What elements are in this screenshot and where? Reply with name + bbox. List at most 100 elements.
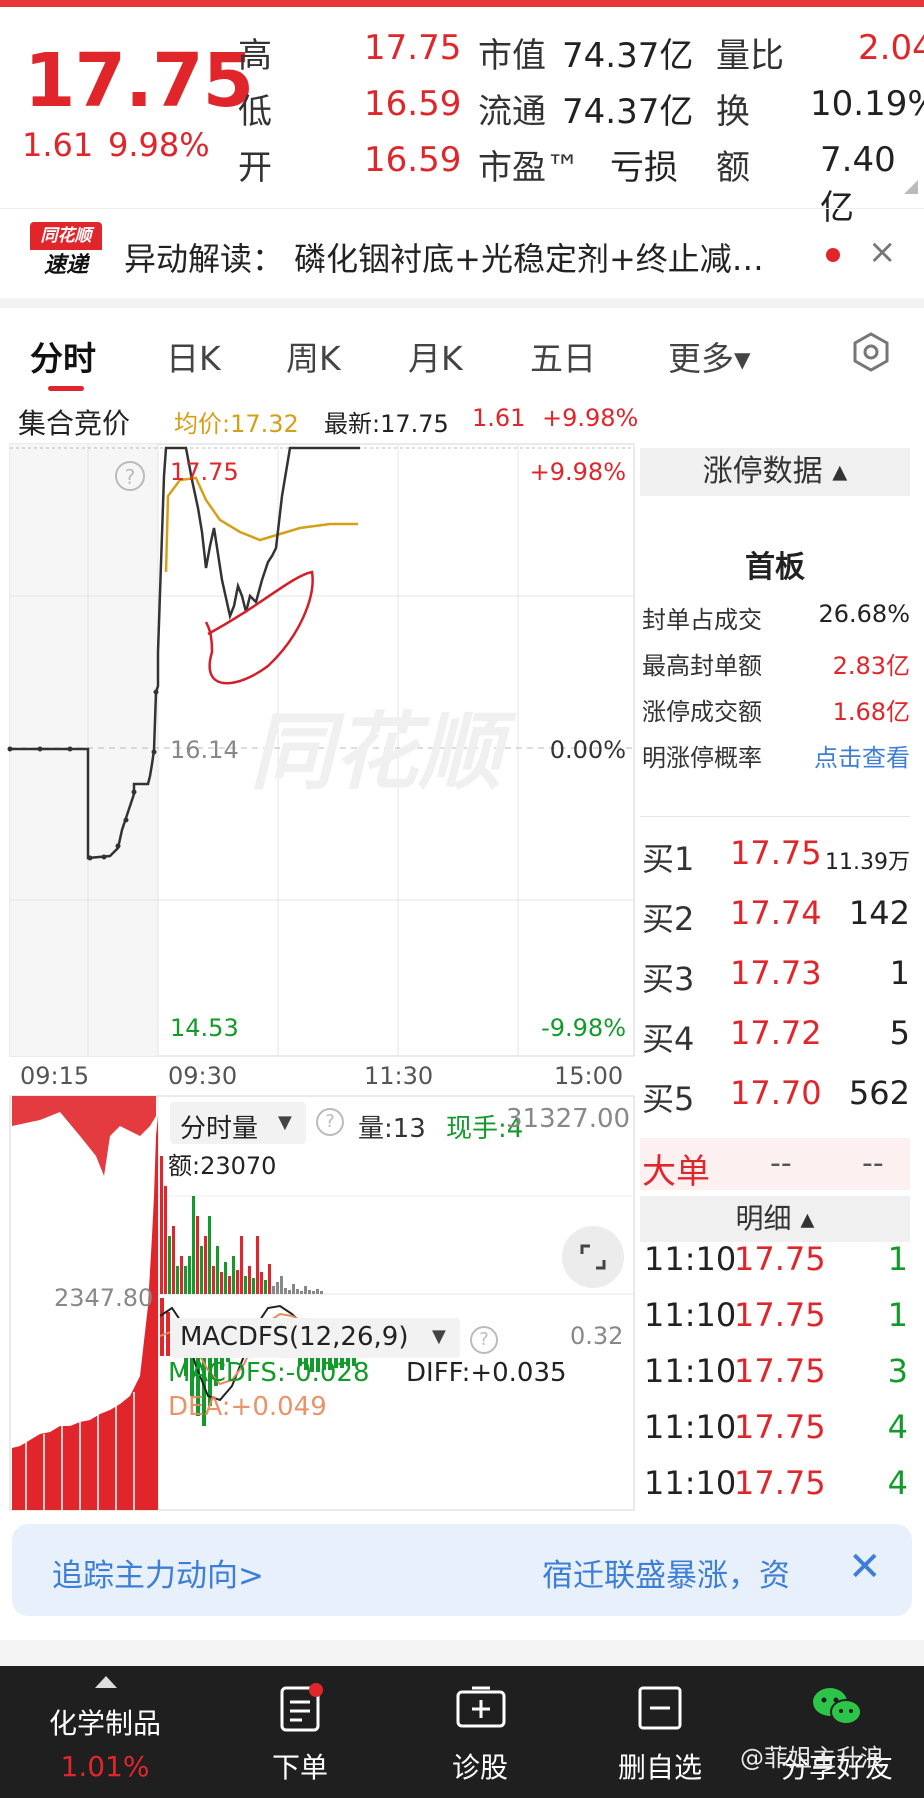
news-logo-bottom: 速递 [43, 253, 88, 278]
float-cap-value: 74.37亿 [562, 92, 694, 132]
expand-corner-icon[interactable] [904, 180, 918, 194]
bottom-price-label: 14.53 [170, 1014, 239, 1042]
pe-value: 亏损 [610, 148, 678, 188]
tab-more[interactable]: 更多▾ [668, 332, 751, 380]
help-icon-glyph: ? [125, 465, 136, 489]
bid-5-price: 17.70 [730, 1074, 822, 1112]
detail-volume: 1 [887, 1296, 908, 1334]
max-seal-label: 最高封单额 [642, 652, 762, 680]
volume-value: 量:13 [358, 1114, 426, 1144]
diff-value: DIFF:+0.035 [406, 1358, 567, 1388]
detail-price: 17.75 [734, 1464, 826, 1502]
latest-price-label: 最新:17.75 [324, 410, 449, 438]
detail-volume: 4 [887, 1408, 908, 1446]
place-order-button[interactable]: 下单 [210, 1666, 390, 1798]
next-limit-prob-link[interactable]: 点击查看 [780, 738, 910, 773]
bid-5-volume: 562 [848, 1074, 910, 1112]
tab-active-indicator [48, 386, 84, 391]
remove-watchlist-label: 删自选 [617, 1751, 702, 1784]
bid-5-label: 买5 [642, 1080, 695, 1118]
avg-price-label: 均价:17.32 [174, 410, 299, 438]
open-label: 开 [238, 148, 272, 188]
news-logo: 同花顺 速递 [30, 222, 102, 282]
sector-change: 1.01% [60, 1750, 150, 1783]
detail-volume: 1 [887, 1240, 908, 1278]
tab-daily-k[interactable]: 日K [166, 332, 221, 380]
sector-button[interactable]: 化学制品 1.01% [0, 1666, 210, 1798]
macd-indicator-selector[interactable]: MACDFS(12,26,9) ▼ [170, 1318, 460, 1358]
top-pct-label: +9.98% [530, 458, 626, 486]
bid-4-label: 买4 [642, 1020, 695, 1058]
wechat-icon [813, 1688, 862, 1725]
macd-help-icon[interactable]: ? [470, 1326, 498, 1354]
latest-change-pct: +9.98% [542, 404, 639, 432]
latest-change: 1.61 [472, 404, 526, 432]
place-order-label: 下单 [271, 1751, 328, 1784]
tab-weekly-k[interactable]: 周K [286, 332, 341, 380]
big-order-row[interactable]: 大单 -- -- [640, 1138, 910, 1192]
promo-banner[interactable]: 追踪主力动向> 宿迁联盛暴涨，资 ✕ [12, 1524, 912, 1616]
remove-watchlist-button[interactable]: 删自选 [570, 1666, 750, 1798]
bottom-nav-bar: 化学制品 1.01% 下单 诊股 删自选 分享好友 [0, 1666, 924, 1798]
news-logo-top: 同花顺 [30, 222, 102, 250]
pe-label: 市盈™ [478, 148, 580, 188]
share-button[interactable]: 分享好友 [750, 1666, 924, 1798]
detail-price: 17.75 [734, 1240, 826, 1278]
weibo-watermark: @菲姐主升浪 [740, 1744, 884, 1772]
detail-price: 17.75 [734, 1408, 826, 1446]
max-seal-value: 2.83亿 [832, 652, 910, 680]
volume-ratio-label: 量比 [716, 36, 784, 76]
big-order-value-1: -- [770, 1146, 792, 1181]
volume-indicator-selector[interactable]: 分时量 ▼ [170, 1102, 306, 1144]
detail-header[interactable]: 明细 ▴ [640, 1196, 910, 1242]
bid-2-volume: 142 [848, 894, 910, 932]
big-order-value-2: -- [862, 1146, 884, 1181]
news-headline[interactable]: 异动解读： 磷化铟衬底+光稳定剂+终止减… [124, 234, 764, 280]
chevron-down-icon: ▼ [432, 1326, 446, 1347]
detail-time: 11:10 [644, 1408, 737, 1446]
current-price: 17.75 [24, 38, 254, 124]
volume-ratio-value: 2.04 [858, 28, 924, 68]
diagnose-button[interactable]: 诊股 [390, 1666, 570, 1798]
open-value: 16.59 [364, 140, 462, 180]
bid-3-price: 17.73 [730, 954, 822, 992]
order-icon [280, 1683, 323, 1732]
track-main-force-link[interactable]: 追踪主力动向> [52, 1550, 264, 1595]
auction-buy-area [12, 1096, 156, 1176]
bid-3-label: 买3 [642, 960, 695, 998]
banner-news-ticker[interactable]: 宿迁联盛暴涨，资 [542, 1550, 832, 1595]
tab-monthly-k[interactable]: 月K [408, 332, 463, 380]
divider [0, 208, 924, 209]
detail-volume: 4 [887, 1464, 908, 1502]
market-cap-value: 74.37亿 [562, 36, 694, 76]
turnover-label: 换 [716, 92, 750, 132]
macd-value: MACDFS:-0.028 [168, 1358, 370, 1388]
next-limit-prob-label: 明涨停概率 [642, 744, 762, 772]
auction-volume-area [12, 1116, 158, 1510]
top-price-label: 17.75 [170, 458, 239, 486]
market-cap-label: 市值 [478, 36, 546, 76]
bid-2-price: 17.74 [730, 894, 822, 932]
fullscreen-button[interactable] [562, 1226, 624, 1288]
banner-close-button[interactable]: ✕ [848, 1544, 882, 1590]
tab-intraday[interactable]: 分时 [30, 332, 96, 380]
bottom-gap [0, 1640, 924, 1666]
dea-value: DEA:+0.049 [168, 1392, 327, 1422]
turnover-value: 10.19% [810, 84, 924, 124]
bid-4-volume: 5 [889, 1014, 910, 1052]
volume-max-label: 31327.00 [506, 1104, 631, 1134]
settings-icon[interactable] [850, 331, 892, 373]
detail-volume: 3 [887, 1352, 908, 1390]
tab-five-day[interactable]: 五日 [530, 332, 596, 380]
news-close-button[interactable]: × [868, 232, 897, 272]
mid-price-label: 16.14 [170, 736, 239, 764]
volume-help-icon[interactable]: ? [316, 1108, 344, 1136]
high-label: 高 [238, 36, 272, 76]
limit-data-header[interactable]: 涨停数据 ▴ [640, 448, 910, 496]
bid-4-price: 17.72 [730, 1014, 822, 1052]
bid-1-volume: 11.39万 [825, 850, 910, 875]
limit-turnover-label: 涨停成交额 [642, 698, 762, 726]
mid-pct-label: 0.00% [550, 736, 626, 764]
price-change: 1.61 [22, 126, 94, 164]
top-accent-bar [0, 0, 924, 7]
